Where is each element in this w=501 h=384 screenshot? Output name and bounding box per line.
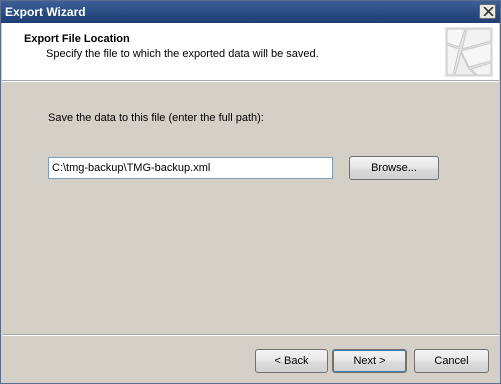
page-title: Export File Location xyxy=(24,33,130,45)
wizard-graphic-icon xyxy=(445,27,493,77)
footer-divider xyxy=(3,334,499,336)
next-button[interactable]: Next > xyxy=(332,349,407,373)
wizard-header: Export File Location Specify the file to… xyxy=(2,23,499,81)
title-bar: Export Wizard xyxy=(1,1,500,23)
close-icon xyxy=(483,7,494,16)
back-button[interactable]: < Back xyxy=(255,349,328,373)
page-subtitle: Specify the file to which the exported d… xyxy=(46,48,319,60)
cancel-button[interactable]: Cancel xyxy=(414,349,489,373)
window-title: Export Wizard xyxy=(5,5,86,19)
file-path-input[interactable] xyxy=(48,157,333,179)
path-prompt-label: Save the data to this file (enter the fu… xyxy=(48,112,264,124)
export-wizard-window: Export Wizard Export File Location Speci… xyxy=(0,0,501,384)
browse-button[interactable]: Browse... xyxy=(349,156,439,180)
header-divider xyxy=(2,81,499,82)
close-button[interactable] xyxy=(479,4,496,19)
